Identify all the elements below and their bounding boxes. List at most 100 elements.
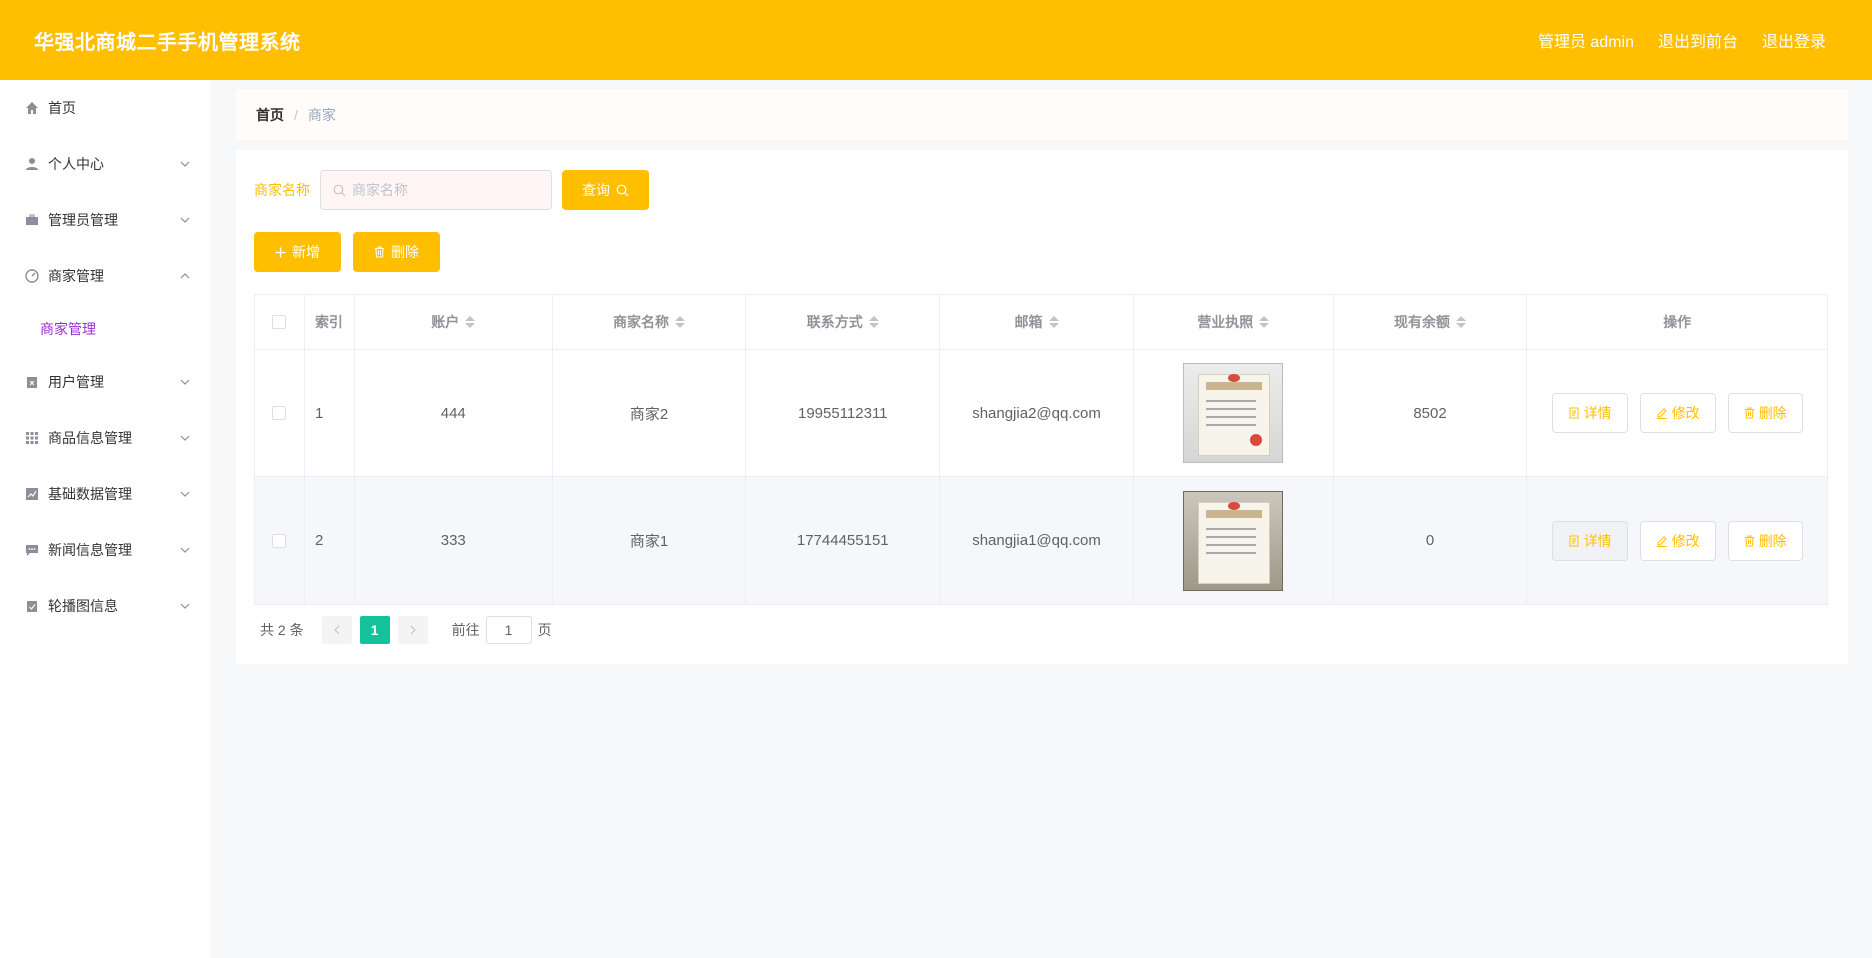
action-bar: 新增 删除	[254, 232, 440, 272]
sidebar-item-label: 轮播图信息	[48, 598, 118, 614]
header-email[interactable]: 邮箱	[940, 295, 1134, 349]
sidebar-item-carousel[interactable]: 轮播图信息	[0, 578, 210, 634]
sidebar-item-home[interactable]: 首页	[0, 80, 210, 136]
chevron-left-icon	[333, 625, 340, 635]
sort-icon[interactable]	[1456, 316, 1467, 328]
sort-icon[interactable]	[1048, 316, 1059, 328]
chevron-down-icon	[180, 547, 190, 553]
chevron-down-icon	[180, 217, 190, 223]
sidebar-item-label: 基础数据管理	[48, 486, 132, 502]
sort-icon[interactable]	[1259, 316, 1270, 328]
detail-button[interactable]: 详情	[1551, 520, 1628, 561]
table-row: 1 444 商家2 19955112311 shangjia2@qq.com 8…	[255, 350, 1827, 477]
sort-icon[interactable]	[675, 316, 686, 328]
cell-email: shangjia2@qq.com	[940, 350, 1134, 476]
header-label: 账户	[431, 314, 460, 330]
document-icon	[1569, 535, 1579, 546]
logout-link[interactable]: 退出登录	[1762, 28, 1826, 52]
sidebar-item-label: 管理员管理	[48, 212, 118, 228]
user-icon	[24, 156, 40, 172]
header-merchant-name[interactable]: 商家名称	[553, 295, 747, 349]
search-input[interactable]: 商家名称	[320, 170, 552, 210]
sidebar-subitem-merchant-management[interactable]: 商家管理	[0, 304, 210, 354]
header-label: 操作	[1663, 314, 1692, 330]
breadcrumb-current: 商家	[307, 107, 336, 123]
header-phone[interactable]: 联系方式	[746, 295, 941, 349]
cell-account: 333	[355, 477, 553, 604]
exit-to-frontend-link[interactable]: 退出到前台	[1658, 28, 1738, 52]
trash-icon	[1744, 407, 1754, 419]
sort-icon[interactable]	[465, 316, 476, 328]
chevron-down-icon	[180, 379, 190, 385]
row-delete-button[interactable]: 删除	[1727, 393, 1803, 433]
breadcrumb-separator: /	[294, 107, 298, 123]
document-icon	[1569, 407, 1579, 419]
clipboard-check-icon	[24, 598, 40, 614]
search-placeholder: 商家名称	[352, 182, 408, 198]
prev-page-button[interactable]	[321, 616, 352, 644]
cell-balance: 8502	[1334, 350, 1528, 476]
message-icon	[24, 542, 40, 558]
edit-button[interactable]: 修改	[1639, 520, 1716, 561]
cell-index: 1	[305, 350, 355, 476]
search-form: 商家名称 商家名称 查询	[254, 170, 649, 210]
cell-merchant-name: 商家1	[553, 477, 747, 604]
top-header: 华强北商城二手手机管理系统 管理员 admin 退出到前台 退出登录	[0, 0, 1872, 80]
home-icon	[24, 100, 40, 116]
goto-page-input[interactable]: 1	[485, 616, 532, 644]
content-panel: 商家名称 商家名称 查询 新增 删除 索引 账户 商家名称 联系方式 邮箱 营业…	[236, 150, 1848, 664]
plus-icon	[275, 247, 286, 257]
sidebar: 首页 个人中心 管理员管理 商家管理 商家管理 用户管理 商品信息管理 基础数据…	[0, 80, 210, 958]
sidebar-item-admin[interactable]: 管理员管理	[0, 192, 210, 248]
sort-icon[interactable]	[868, 316, 879, 328]
edit-button[interactable]: 修改	[1639, 393, 1716, 433]
header-license[interactable]: 营业执照	[1134, 295, 1334, 349]
chevron-down-icon	[180, 491, 190, 497]
delete-button-label: 删除	[1758, 532, 1787, 549]
sidebar-item-news[interactable]: 新闻信息管理	[0, 522, 210, 578]
row-checkbox[interactable]	[272, 533, 287, 548]
admin-user-label[interactable]: 管理员 admin	[1538, 28, 1634, 52]
clipboard-icon	[24, 374, 40, 390]
cell-email: shangjia1@qq.com	[940, 477, 1134, 604]
sidebar-item-users[interactable]: 用户管理	[0, 354, 210, 410]
sidebar-item-profile[interactable]: 个人中心	[0, 136, 210, 192]
goto-page: 前往 1 页	[452, 616, 552, 644]
detail-button[interactable]: 详情	[1551, 393, 1628, 433]
search-icon	[616, 184, 629, 196]
cell-merchant-name: 商家2	[553, 350, 747, 476]
sidebar-item-merchant[interactable]: 商家管理	[0, 248, 210, 304]
chevron-down-icon	[180, 603, 190, 609]
dashboard-icon	[24, 268, 40, 284]
query-button[interactable]: 查询	[562, 170, 649, 210]
header-balance[interactable]: 现有余额	[1334, 295, 1528, 349]
sidebar-item-label: 个人中心	[48, 156, 104, 172]
row-delete-button[interactable]: 删除	[1727, 520, 1803, 561]
chevron-down-icon	[180, 435, 190, 441]
row-checkbox[interactable]	[272, 406, 287, 420]
header-account[interactable]: 账户	[355, 295, 553, 349]
goto-suffix: 页	[537, 622, 552, 638]
cell-balance: 0	[1334, 477, 1528, 604]
chevron-right-icon	[410, 625, 416, 635]
merchant-table: 索引 账户 商家名称 联系方式 邮箱 营业执照 现有余额 操作 1 444 商家…	[254, 294, 1828, 605]
chart-icon	[24, 486, 40, 502]
business-license-image[interactable]	[1183, 490, 1284, 591]
business-license-image[interactable]	[1183, 363, 1284, 463]
next-page-button[interactable]	[397, 616, 428, 644]
delete-button-label: 删除	[1758, 405, 1787, 421]
select-all-checkbox[interactable]	[272, 315, 287, 329]
cell-license	[1134, 477, 1334, 604]
page-number-active[interactable]: 1	[359, 616, 390, 644]
cell-operations: 详情 修改 删除	[1527, 477, 1827, 604]
add-button[interactable]: 新增	[254, 232, 341, 272]
sidebar-item-basic-data[interactable]: 基础数据管理	[0, 466, 210, 522]
header-label: 商家名称	[613, 314, 670, 330]
delete-button[interactable]: 删除	[353, 232, 440, 272]
header-label: 邮箱	[1014, 314, 1043, 330]
edit-button-label: 修改	[1671, 405, 1700, 421]
breadcrumb-home[interactable]: 首页	[256, 105, 284, 125]
sidebar-item-label: 商家管理	[48, 268, 104, 284]
header-operations: 操作	[1527, 295, 1827, 349]
sidebar-item-products[interactable]: 商品信息管理	[0, 410, 210, 466]
